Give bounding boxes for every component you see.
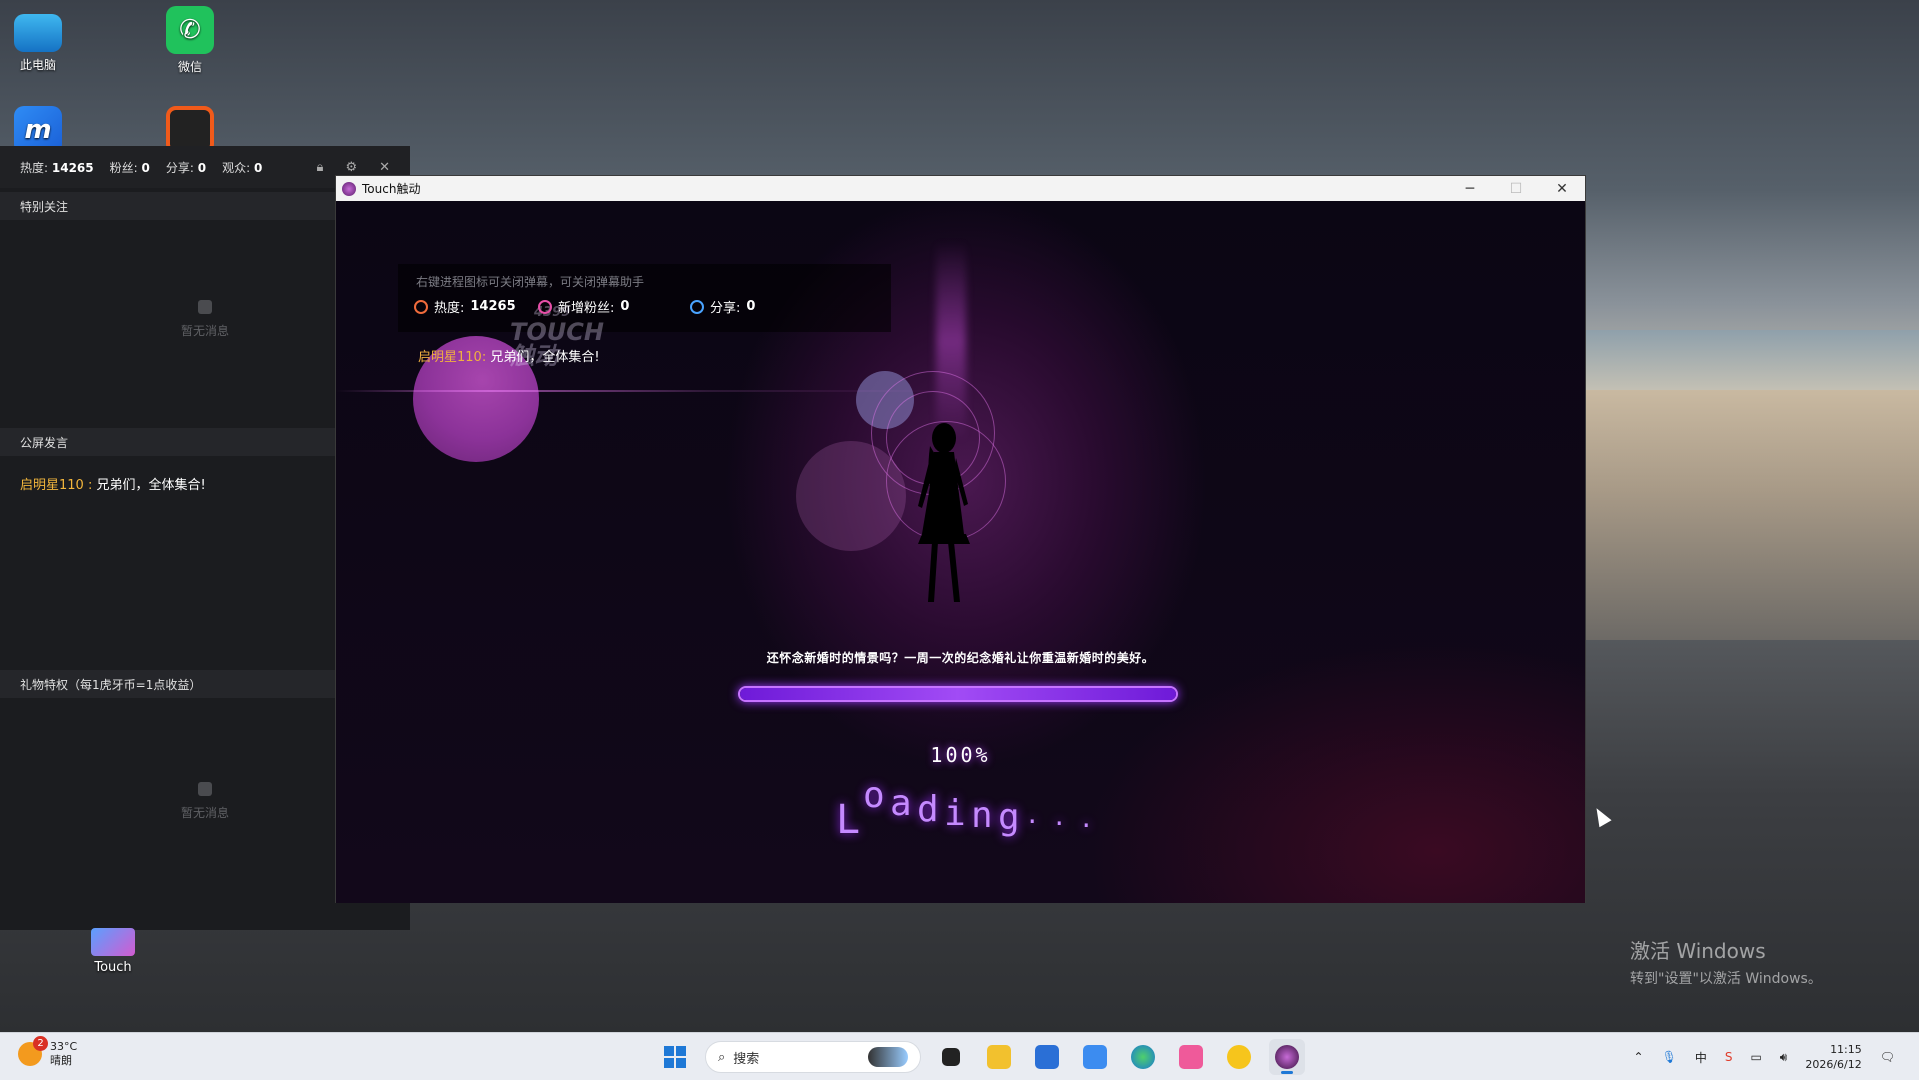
girl-silhouette-icon [918,423,970,602]
m-app-button[interactable] [1077,1039,1113,1075]
edge-icon [1131,1045,1155,1069]
flame-icon [414,299,428,314]
pink-app-button[interactable] [1173,1039,1209,1075]
chevron-up-icon[interactable]: ⌃ [1634,1050,1644,1064]
store-icon [1035,1045,1059,1069]
weather-desc: 晴朗 [50,1054,72,1067]
overlay-heat-stat: 热度: 14265 [414,297,516,316]
chat-username: 启明星110 : [20,478,93,493]
input-method-icon[interactable]: 中 [1695,1049,1707,1066]
loading-percent: 100% [930,743,991,767]
share-stat: 分享: 0 [165,160,207,175]
loading-progress-bar [738,686,1178,702]
yellow-app-icon [1227,1045,1251,1069]
desktop-icon-label: 微信 [177,60,202,74]
system-tray: ⌃ 🎙︎ 中 S ▭ 🔊︎ 11:15 2026/6/12 🗨︎ [1634,1033,1895,1080]
touch-app-icon [91,928,135,956]
minimize-button[interactable]: ─ [1447,176,1493,201]
notification-icon[interactable]: 🗨︎ [1880,1050,1895,1064]
computer-icon [14,14,62,52]
touch-app-icon [1275,1045,1299,1069]
empty-icon [198,782,212,796]
empty-icon [198,300,212,314]
weather-temp: 33°C [50,1040,78,1053]
close-icon[interactable]: ✕ [379,160,390,175]
desktop-icon-this-pc[interactable]: 此电脑 [0,8,78,73]
wechat-icon: ✆ [166,6,214,54]
loading-letter: n [971,795,993,836]
touch-taskbar-button[interactable] [1269,1039,1305,1075]
windows-activation-watermark: 激活 Windows 转到"设置"以激活 Windows。 [1630,939,1822,987]
loading-letter: d [917,789,939,830]
window-titlebar[interactable]: Touch触动 ─ ☐ ✕ [336,176,1585,201]
close-button[interactable]: ✕ [1539,176,1585,201]
loading-progress-fill [740,688,1176,700]
touch-app-window: Touch触动 ─ ☐ ✕ 右键进程图标可关闭弹幕，可关闭弹幕助手 4399 T… [335,175,1586,903]
windows-logo-icon [664,1046,686,1068]
loading-letter: L [836,797,861,843]
loading-letter: o [863,775,885,816]
share-icon [690,299,704,314]
yellow-app-button[interactable] [1221,1039,1257,1075]
store-button[interactable] [1029,1039,1065,1075]
fans-stat: 粉丝: 0 [109,160,150,175]
sogou-icon[interactable]: S [1725,1050,1733,1064]
start-button[interactable] [657,1039,693,1075]
chat-text: 兄弟们，全体集合! [486,350,600,365]
folder-icon [987,1045,1011,1069]
overlay-fans-stat: 新增粉丝: 0 [538,297,629,316]
loading-letter: . [1025,801,1040,829]
sun-icon: 2 [18,1036,48,1066]
search-icon: ⌕ [718,1049,726,1065]
danmaku-overlay: 右键进程图标可关闭弹幕，可关闭弹幕助手 4399 TOUCH 触动 热度: 142… [398,264,891,368]
glow-line [336,390,956,392]
file-explorer-button[interactable] [981,1039,1017,1075]
clock[interactable]: 11:15 2026/6/12 [1805,1042,1861,1072]
desktop-icon-touch[interactable]: Touch [73,928,153,975]
overlay-tip: 右键进程图标可关闭弹幕，可关闭弹幕助手 [416,275,645,289]
loading-caption: 还怀念新婚时的情景吗？一周一次的纪念婚礼让你重温新婚时的美好。 [766,651,1155,665]
heat-stat: 热度: 14265 [20,160,94,175]
edge-button[interactable] [1125,1039,1161,1075]
loading-letter: a [890,783,912,824]
desktop-icon-label: Touch [94,960,132,975]
taskbar: 2 33°C 晴朗 ⌕ 搜索 ⌃ 🎙︎ 中 S ▭ 🔊︎ 11:15 2026/… [0,1032,1919,1080]
chat-username: 启明星110: [418,350,487,365]
desktop-icon-label: 此电脑 [19,58,56,72]
volume-icon[interactable]: 🔊︎ [1780,1050,1788,1065]
taskbar-search[interactable]: ⌕ 搜索 [705,1041,921,1073]
chat-text: 兄弟们，全体集合! [92,478,206,493]
loading-letter: . [1052,803,1067,831]
maximize-button[interactable]: ☐ [1493,176,1539,201]
weather-widget[interactable]: 2 33°C 晴朗 [18,1036,78,1068]
taskbar-apps: ⌕ 搜索 [657,1039,1305,1075]
overlay-share-stat: 分享: 0 [690,297,755,316]
heart-icon [538,299,552,314]
settings-icon[interactable]: ⚙ [345,160,357,175]
network-icon[interactable]: ▭ [1750,1050,1761,1064]
notification-badge: 2 [33,1036,48,1051]
wallpaper-sea [1585,330,1919,390]
task-view-icon [942,1048,960,1066]
loading-text: Loading... [836,767,1136,843]
viewers-stat: 观众: 0 [222,160,263,175]
window-title: Touch触动 [362,182,421,196]
wallpaper-beach [1585,390,1919,640]
loading-letter: g [998,797,1020,838]
search-highlight-icon [868,1047,908,1067]
game-loading-stage: 右键进程图标可关闭弹幕，可关闭弹幕助手 4399 TOUCH 触动 热度: 142… [336,201,1585,903]
task-view-button[interactable] [933,1039,969,1075]
panel-tools: 🔒︎ ⚙ ✕ [317,160,390,175]
desktop-icon-wechat[interactable]: ✆ 微信 [150,6,230,75]
loading-letter: . [1079,805,1094,833]
window-controls: ─ ☐ ✕ [1447,176,1585,201]
overlay-chat-message: 启明星110: 兄弟们，全体集合! [418,346,600,365]
m-app-icon [1083,1045,1107,1069]
app-logo-icon [342,181,356,196]
loading-letter: i [944,793,966,834]
lock-icon[interactable]: 🔒︎ [317,160,324,175]
microphone-icon[interactable]: 🎙︎ [1662,1050,1677,1064]
pink-app-icon [1179,1045,1203,1069]
